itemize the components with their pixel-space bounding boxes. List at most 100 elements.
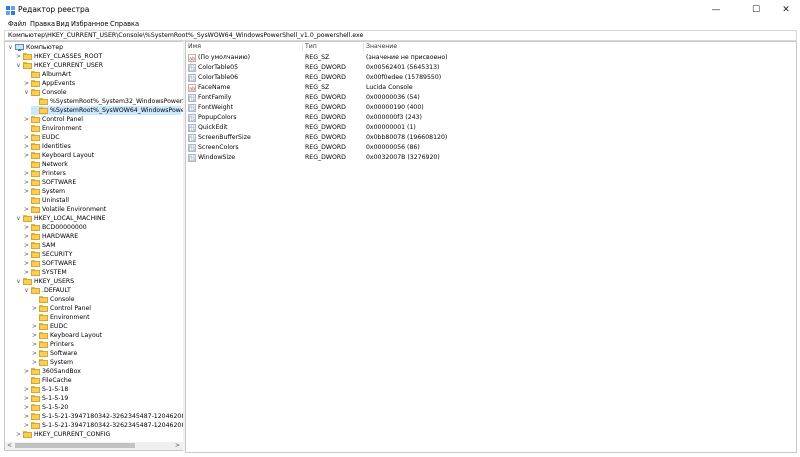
column-divider[interactable] (363, 43, 364, 51)
tree-node[interactable]: > BCD00000000 (23, 223, 181, 232)
values-list-panel[interactable]: Имя Тип Значение ab (По умолчанию) REG_SZ(… (185, 41, 797, 453)
value-row[interactable]: 011 110 ScreenBufferSize REG_DWORD 0x0bb8007… (186, 133, 796, 143)
collapse-chevron-icon[interactable]: ∨ (15, 61, 22, 70)
tree-node[interactable]: > HKEY_CURRENT_CONFIG (15, 430, 181, 439)
tree-node[interactable]: ∨ Компьютер (7, 43, 181, 52)
tree-node[interactable]: > SOFTWARE (23, 178, 181, 187)
tree-node[interactable]: >360SandBox (23, 367, 181, 376)
tree-node[interactable]: > Control Panel (31, 304, 181, 313)
tree-node[interactable]: FileCache (23, 376, 181, 385)
tree-node[interactable]: > Printers (31, 340, 181, 349)
tree-node[interactable]: > S-1-5-19 (23, 394, 181, 403)
tree-node[interactable]: > Volatile Environment (23, 205, 181, 214)
collapse-chevron-icon[interactable]: ∨ (23, 88, 30, 97)
expand-chevron-icon[interactable]: > (23, 394, 30, 403)
maximize-button[interactable]: ☐ (742, 0, 770, 20)
column-header-name[interactable]: Имя (188, 42, 201, 52)
collapse-chevron-icon[interactable]: ∨ (15, 214, 22, 223)
expand-chevron-icon[interactable]: > (23, 412, 30, 421)
tree-node[interactable]: Environment (31, 313, 181, 322)
tree-node[interactable]: > Software (31, 349, 181, 358)
value-row[interactable]: ab (По умолчанию) REG_SZ (значение не присв… (186, 53, 796, 63)
tree-node[interactable]: %SystemRoot%_System32_WindowsPowerShell_… (31, 97, 183, 106)
tree-node[interactable]: > S-1-5-21-3947180342-3262345487-12046208… (23, 412, 183, 421)
expand-chevron-icon[interactable]: > (23, 133, 30, 142)
column-divider[interactable] (302, 43, 303, 51)
expand-chevron-icon[interactable]: > (23, 403, 30, 412)
expand-chevron-icon[interactable]: > (31, 322, 38, 331)
expand-chevron-icon[interactable]: > (23, 142, 30, 151)
expand-chevron-icon[interactable]: > (31, 340, 38, 349)
title-bar[interactable]: Редактор реестра — ☐ ✕ (0, 0, 800, 20)
expand-chevron-icon[interactable]: > (23, 259, 30, 268)
close-button[interactable]: ✕ (772, 0, 800, 20)
expand-chevron-icon[interactable]: > (23, 385, 30, 394)
tree-node[interactable]: > Control Panel (23, 115, 181, 124)
tree-node[interactable]: > SECURITY (23, 250, 181, 259)
key-tree-panel[interactable]: ∨ Компьютер > HKEY_CLASSES_ROOT ∨ HKEY_CURREN… (4, 41, 184, 443)
tree-node[interactable]: AlbumArt (23, 70, 181, 79)
expand-chevron-icon[interactable]: > (23, 178, 30, 187)
tree-node[interactable]: > EUDC (23, 133, 181, 142)
value-row[interactable]: 011 110 FontFamily REG_DWORD 0x00000036 (54) (186, 93, 796, 103)
expand-chevron-icon[interactable]: > (23, 151, 30, 160)
tree-node[interactable]: > S-1-5-21-3947180342-3262345487-12046208… (23, 421, 183, 430)
tree-node[interactable]: > S-1-5-20 (23, 403, 181, 412)
menu-favorites[interactable]: Избранное (71, 19, 108, 29)
menu-edit[interactable]: Правка (30, 19, 55, 29)
tree-node[interactable]: > HARDWARE (23, 232, 181, 241)
collapse-chevron-icon[interactable]: ∨ (15, 277, 22, 286)
expand-chevron-icon[interactable]: > (23, 367, 30, 376)
tree-node[interactable]: Network (23, 160, 181, 169)
value-row[interactable]: 011 110 WindowSize REG_DWORD 0x0032007B (327… (186, 153, 796, 163)
expand-chevron-icon[interactable]: > (23, 187, 30, 196)
expand-chevron-icon[interactable]: > (23, 205, 30, 214)
value-row[interactable]: 011 110 QuickEdit REG_DWORD 0x00000001 (1) (186, 123, 796, 133)
value-row[interactable]: 011 110 ScreenColors REG_DWORD 0x00000056 (8… (186, 143, 796, 153)
column-header-data[interactable]: Значение (366, 42, 397, 52)
tree-node[interactable]: %SystemRoot%_SysWOW64_WindowsPowerShell_… (31, 106, 183, 115)
tree-node[interactable]: > Keyboard Layout (23, 151, 181, 160)
value-row[interactable]: ab FaceName REG_SZ Lucida Console (186, 83, 796, 93)
tree-node[interactable]: ∨ .DEFAULT (23, 286, 181, 295)
tree-node[interactable]: ∨ HKEY_LOCAL_MACHINE (15, 214, 181, 223)
minimize-button[interactable]: — (702, 0, 730, 20)
expand-chevron-icon[interactable]: > (15, 430, 22, 439)
expand-chevron-icon[interactable]: > (23, 250, 30, 259)
expand-chevron-icon[interactable]: > (23, 79, 30, 88)
value-row[interactable]: 011 110 PopupColors REG_DWORD 0x000000f3 (24… (186, 113, 796, 123)
expand-chevron-icon[interactable]: > (31, 358, 38, 367)
expand-chevron-icon[interactable]: > (23, 421, 30, 430)
tree-node[interactable]: > AppEvents (23, 79, 181, 88)
scroll-right-icon[interactable]: > (175, 442, 180, 450)
menu-view[interactable]: Вид (56, 19, 69, 29)
scroll-left-icon[interactable]: < (7, 442, 12, 450)
tree-node[interactable]: > SAM (23, 241, 181, 250)
address-bar[interactable]: Компьютер\HKEY_CURRENT_USER\Console\%Sys… (4, 30, 797, 41)
tree-node[interactable]: Console (31, 295, 181, 304)
tree-node[interactable]: ∨ HKEY_CURRENT_USER (15, 61, 181, 70)
tree-node[interactable]: > Keyboard Layout (31, 331, 181, 340)
expand-chevron-icon[interactable]: > (23, 241, 30, 250)
expand-chevron-icon[interactable]: > (23, 115, 30, 124)
column-header-type[interactable]: Тип (305, 42, 317, 52)
scrollbar-thumb[interactable] (15, 443, 135, 448)
tree-node[interactable]: > S-1-5-18 (23, 385, 181, 394)
menu-help[interactable]: Справка (110, 19, 139, 29)
expand-chevron-icon[interactable]: > (31, 349, 38, 358)
expand-chevron-icon[interactable]: > (15, 52, 22, 61)
tree-node[interactable]: > Printers (23, 169, 181, 178)
value-row[interactable]: 011 110 ColorTable05 REG_DWORD 0x00562401 (5… (186, 63, 796, 73)
tree-node[interactable]: Uninstall (23, 196, 181, 205)
tree-node[interactable]: > System (31, 358, 181, 367)
tree-node[interactable]: > Identities (23, 142, 181, 151)
value-row[interactable]: 011 110 ColorTable06 REG_DWORD 0x00f0edee (1… (186, 73, 796, 83)
tree-node[interactable]: > EUDC (31, 322, 181, 331)
expand-chevron-icon[interactable]: > (23, 268, 30, 277)
tree-horizontal-scrollbar[interactable]: < > (4, 442, 184, 451)
expand-chevron-icon[interactable]: > (23, 169, 30, 178)
collapse-chevron-icon[interactable]: ∨ (23, 286, 30, 295)
expand-chevron-icon[interactable]: > (23, 223, 30, 232)
expand-chevron-icon[interactable]: > (23, 232, 30, 241)
tree-node[interactable]: ∨ HKEY_USERS (15, 277, 181, 286)
